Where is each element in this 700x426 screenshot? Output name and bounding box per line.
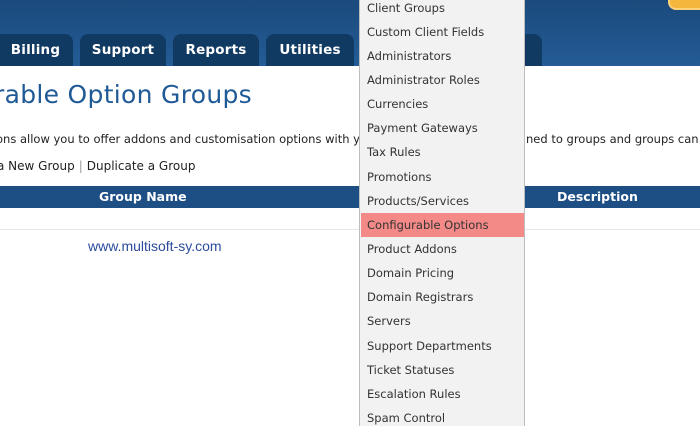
menu-item-configurable-options[interactable]: Configurable Options [361,213,524,237]
menu-item-payment-gateways[interactable]: Payment Gateways [361,116,524,140]
orange-tab-corner[interactable] [668,0,700,10]
menu-item-escalation-rules[interactable]: Escalation Rules [361,382,524,406]
column-header-group-name[interactable]: Group Name [99,186,187,208]
watermark-text: www.multisoft-sy.com [88,238,222,254]
menu-item-servers[interactable]: Servers [361,309,524,333]
menu-item-support-departments[interactable]: Support Departments [361,334,524,358]
create-group-link[interactable]: a New Group [0,159,75,173]
menu-item-promotions[interactable]: Promotions [361,165,524,189]
utilities-dropdown-menu: Client Groups Custom Client Fields Admin… [359,0,525,426]
page-title: rable Option Groups [0,80,252,109]
menu-item-product-addons[interactable]: Product Addons [361,237,524,261]
menu-item-custom-client-fields[interactable]: Custom Client Fields [361,20,524,44]
nav-tab-utilities[interactable]: Utilities [266,34,354,66]
duplicate-group-link[interactable]: Duplicate a Group [87,159,196,173]
intro-text-left: ons allow you to offer addons and custom… [0,132,375,146]
nav-tab-support[interactable]: Support [80,34,166,66]
menu-item-administrator-roles[interactable]: Administrator Roles [361,68,524,92]
column-header-description[interactable]: Description [557,186,638,208]
menu-item-ticket-statuses[interactable]: Ticket Statuses [361,358,524,382]
action-separator: | [78,159,83,173]
menu-item-tax-rules[interactable]: Tax Rules [361,140,524,164]
menu-item-administrators[interactable]: Administrators [361,44,524,68]
table-row-divider [0,229,700,230]
menu-item-domain-registrars[interactable]: Domain Registrars [361,285,524,309]
menu-item-spam-control[interactable]: Spam Control [361,406,524,426]
table-header: Group Name Description [0,186,700,208]
nav-tab-reports[interactable]: Reports [173,34,259,66]
nav-tab-label: Billing [10,42,61,58]
intro-text-right: ned to groups and groups can th [526,132,700,146]
nav-tab-billing[interactable]: Billing [0,34,73,66]
menu-item-products-services[interactable]: Products/Services [361,189,524,213]
nav-tab-label: Support [91,42,155,58]
menu-item-domain-pricing[interactable]: Domain Pricing [361,261,524,285]
nav-tab-label: Reports [185,42,247,58]
group-actions: a New Group | Duplicate a Group [0,159,195,173]
menu-item-currencies[interactable]: Currencies [361,92,524,116]
menu-item-client-groups[interactable]: Client Groups [361,0,524,20]
nav-tab-label: Utilities [279,42,341,58]
